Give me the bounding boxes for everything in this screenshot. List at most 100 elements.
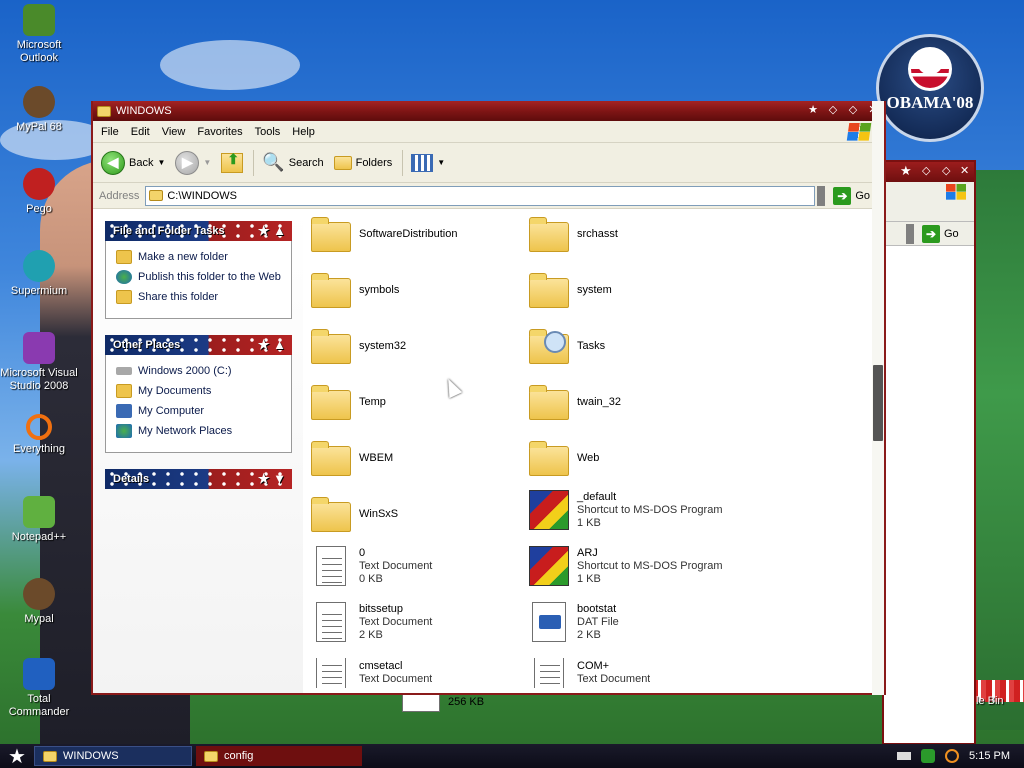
address-input[interactable]: C:\WINDOWS: [145, 185, 816, 206]
details-panel: Details ★ ▼: [105, 469, 292, 489]
chevron-down-icon[interactable]: ▼: [203, 158, 211, 167]
desktop-icon-outlook[interactable]: Microsoft Outlook: [0, 4, 78, 65]
address-dropdown[interactable]: [817, 185, 826, 206]
menu-file[interactable]: File: [101, 126, 127, 138]
menu-favorites[interactable]: Favorites: [197, 126, 250, 138]
file-item[interactable]: cmsetacl Text Document: [311, 658, 432, 688]
globe-icon: [116, 270, 132, 284]
background-file-item[interactable]: 256 KB: [402, 692, 484, 712]
collapse-icon[interactable]: ★ ▲: [258, 337, 286, 353]
menu-help[interactable]: Help: [292, 126, 323, 138]
desktop-icon-mypal68[interactable]: MyPal 68: [0, 86, 78, 134]
task-share-folder[interactable]: Share this folder: [116, 290, 283, 304]
file-item[interactable]: bootstat DAT File 2 KB: [529, 602, 619, 642]
task-label: Make a new folder: [138, 251, 228, 263]
file-item[interactable]: _default Shortcut to MS-DOS Program 1 KB: [529, 490, 723, 530]
file-item[interactable]: system: [529, 272, 612, 308]
desktop-icon-pego[interactable]: Pego: [0, 168, 78, 216]
clock-icon: [544, 331, 566, 353]
recycle-bin-label[interactable]: le Bin: [976, 695, 1004, 707]
views-icon: [411, 153, 434, 172]
file-size: 1 KB: [577, 572, 601, 585]
desktop-icon-visual-studio[interactable]: Microsoft Visual Studio 2008: [0, 332, 78, 393]
folder-icon: [43, 750, 57, 762]
maximize-icon[interactable]: ◇: [942, 164, 950, 177]
file-name: Temp: [359, 395, 386, 408]
file-item[interactable]: SoftwareDistribution: [311, 216, 457, 252]
file-item[interactable]: Temp: [311, 384, 386, 420]
panel-body: Windows 2000 (C:) My Documents My Comput…: [105, 355, 292, 453]
search-button[interactable]: 🔍 Search: [262, 152, 323, 173]
file-item[interactable]: bitssetup Text Document 2 KB: [311, 602, 432, 642]
chevron-down-icon[interactable]: ▼: [157, 158, 165, 167]
maximize-button[interactable]: ◇: [846, 103, 860, 117]
back-button[interactable]: ◀ Back ▼: [101, 150, 165, 175]
folders-button[interactable]: Folders: [333, 155, 392, 170]
clock[interactable]: 5:15 PM: [969, 750, 1010, 762]
place-my-computer[interactable]: My Computer: [116, 404, 283, 418]
taskbar-task-config[interactable]: config: [196, 746, 362, 766]
menu-view[interactable]: View: [162, 126, 194, 138]
go-button[interactable]: ➔ Go: [833, 186, 870, 205]
file-item[interactable]: WBEM: [311, 440, 393, 476]
file-item[interactable]: ARJ Shortcut to MS-DOS Program 1 KB: [529, 546, 723, 586]
desktop-icon-notepadpp[interactable]: Notepad++: [0, 496, 78, 544]
explorer-window[interactable]: WINDOWS ★ ◇ ◇ ✕ File Edit View Favorites…: [91, 101, 886, 695]
expand-icon[interactable]: ★ ▼: [258, 471, 286, 487]
minimize-button[interactable]: ◇: [826, 103, 840, 117]
panel-header[interactable]: Other Places ★ ▲: [105, 335, 292, 355]
panel-header[interactable]: File and Folder Tasks ★ ▲: [105, 221, 292, 241]
views-button[interactable]: ▼: [411, 153, 445, 172]
file-name: system: [577, 283, 612, 296]
mypal-icon: [23, 86, 55, 118]
scrollbar-thumb[interactable]: [873, 365, 883, 441]
file-item[interactable]: system32: [311, 328, 406, 364]
address-dropdown[interactable]: [906, 224, 914, 244]
file-item[interactable]: Web: [529, 440, 599, 476]
desktop-icon-supermium[interactable]: Supermium: [0, 250, 78, 298]
start-button[interactable]: ★: [0, 744, 34, 768]
network-icon: [116, 424, 132, 438]
menu-edit[interactable]: Edit: [131, 126, 158, 138]
file-item[interactable]: COM+ Text Document: [529, 658, 650, 688]
desktop-icon-mypal[interactable]: Mypal: [0, 578, 78, 626]
place-label: My Documents: [138, 385, 212, 397]
forward-button[interactable]: ▶ ▼: [175, 150, 211, 175]
place-windows-2000-c[interactable]: Windows 2000 (C:): [116, 364, 283, 378]
file-item[interactable]: srchasst: [529, 216, 618, 252]
toolbar-separator: [253, 149, 255, 176]
keyboard-icon[interactable]: [897, 752, 912, 760]
desktop-icon-label: Microsoft Visual Studio 2008: [0, 367, 78, 392]
file-item[interactable]: 0 Text Document 0 KB: [311, 546, 432, 586]
place-my-documents[interactable]: My Documents: [116, 384, 283, 398]
star-icon: ★: [900, 163, 912, 178]
window-titlebar[interactable]: WINDOWS ★ ◇ ◇ ✕: [93, 101, 884, 121]
desktop-icon-total-commander[interactable]: Total Commander: [0, 658, 78, 719]
file-item[interactable]: symbols: [311, 272, 399, 308]
drive-icon: [116, 367, 132, 375]
taskbar-task-windows[interactable]: WINDOWS: [34, 746, 192, 766]
outlook-icon: [23, 4, 55, 36]
menu-tools[interactable]: Tools: [255, 126, 289, 138]
minimize-icon[interactable]: ◇: [922, 164, 930, 177]
go-button[interactable]: ➔ Go: [922, 225, 959, 243]
file-type: Text Document: [359, 615, 433, 628]
file-name: twain_32: [577, 395, 622, 408]
vertical-scrollbar[interactable]: [872, 101, 884, 695]
collapse-icon[interactable]: ★ ▲: [258, 223, 286, 239]
close-icon[interactable]: ✕: [960, 164, 969, 177]
search-tray-icon[interactable]: [945, 749, 960, 763]
background-window-titlebar[interactable]: ★ ◇ ◇ ✕: [884, 162, 974, 182]
place-my-network-places[interactable]: My Network Places: [116, 424, 283, 438]
task-make-new-folder[interactable]: Make a new folder: [116, 250, 283, 264]
network-tray-icon[interactable]: [921, 749, 936, 763]
panel-header[interactable]: Details ★ ▼: [105, 469, 292, 489]
desktop-icon-everything[interactable]: Everything: [0, 414, 78, 456]
file-item[interactable]: twain_32: [529, 384, 621, 420]
star-icon: ★: [808, 104, 818, 116]
up-button[interactable]: ⬆: [221, 151, 244, 173]
file-item[interactable]: Tasks: [529, 328, 605, 364]
file-item[interactable]: WinSxS: [311, 496, 398, 532]
task-publish-folder[interactable]: Publish this folder to the Web: [116, 270, 283, 284]
background-window[interactable]: ★ ◇ ◇ ✕ ➔ Go: [882, 160, 976, 745]
